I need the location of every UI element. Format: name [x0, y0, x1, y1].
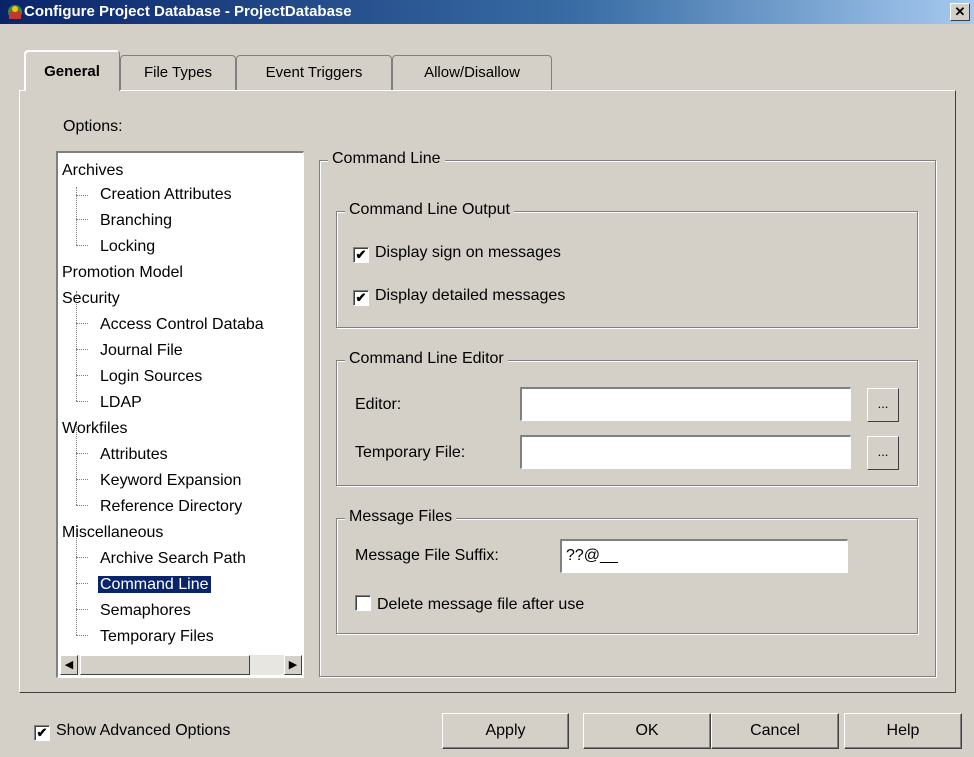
command-line-output-group: Command Line Output: [336, 201, 918, 328]
display-sign-on-checkbox[interactable]: ✔ Display sign on messages: [353, 244, 561, 263]
tree-item-label: Workfiles: [62, 420, 128, 437]
tree-connector: [76, 219, 88, 220]
tree-connector: [76, 557, 88, 558]
tree-item-label: Reference Directory: [100, 498, 243, 515]
command-line-output-title: Command Line Output: [345, 201, 514, 219]
display-sign-on-label: Display sign on messages: [375, 244, 561, 261]
message-file-suffix-input[interactable]: ??@__: [560, 539, 848, 573]
scroll-thumb[interactable]: [80, 655, 250, 675]
tab-file-types[interactable]: File Types: [120, 55, 236, 90]
tree-item-attributes[interactable]: Attributes: [100, 443, 168, 467]
tree-connector: [76, 401, 88, 402]
apply-button[interactable]: Apply: [442, 713, 569, 749]
tree-item-access-control-database[interactable]: Access Control Databa: [100, 313, 264, 337]
tree-item-miscellaneous[interactable]: Miscellaneous: [62, 521, 163, 545]
message-file-suffix-label: Message File Suffix:: [355, 547, 499, 564]
tree-item-label: Promotion Model: [62, 264, 183, 281]
temporary-file-input[interactable]: [520, 435, 851, 469]
tree-connector: [76, 609, 88, 610]
configure-dialog: Configure Project Database - ProjectData…: [0, 0, 974, 757]
tree-item-label: Login Sources: [100, 368, 203, 385]
scroll-left-icon[interactable]: ◀: [60, 655, 78, 675]
close-icon[interactable]: ✕: [950, 3, 970, 21]
tree-item-branching[interactable]: Branching: [100, 209, 172, 233]
tab-event-triggers[interactable]: Event Triggers: [236, 55, 392, 90]
tree-item-reference-directory[interactable]: Reference Directory: [100, 495, 242, 519]
tree-item-label: Temporary Files: [100, 628, 214, 645]
tree-item-temporary-files[interactable]: Temporary Files: [100, 625, 214, 649]
tree-item-ldap[interactable]: LDAP: [100, 391, 142, 415]
tree-item-label: Security: [62, 290, 120, 307]
tree-item-creation-attributes[interactable]: Creation Attributes: [100, 183, 232, 207]
tree-item-locking[interactable]: Locking: [100, 235, 155, 259]
tree-item-semaphores[interactable]: Semaphores: [100, 599, 191, 623]
tree-connector: [76, 375, 88, 376]
tab-general[interactable]: General: [24, 50, 120, 91]
tree-connector: [76, 349, 88, 350]
tree-item-label: Branching: [100, 212, 173, 229]
command-line-group-title: Command Line: [328, 150, 445, 168]
tree-item-login-sources[interactable]: Login Sources: [100, 365, 202, 389]
horizontal-scrollbar[interactable]: ◀ ▶: [60, 655, 302, 675]
tree-item-label: Access Control Databa: [100, 316, 264, 333]
tree-item-archive-search-path[interactable]: Archive Search Path: [100, 547, 246, 571]
title-bar[interactable]: Configure Project Database - ProjectData…: [0, 0, 974, 24]
editor-browse-button[interactable]: ...: [867, 388, 899, 422]
tree-item-label: LDAP: [100, 394, 142, 411]
options-label: Options:: [63, 118, 123, 135]
editor-input[interactable]: [520, 387, 851, 421]
tree-item-label: Attributes: [100, 446, 168, 463]
tree-item-keyword-expansion[interactable]: Keyword Expansion: [100, 469, 241, 493]
scroll-right-icon[interactable]: ▶: [284, 655, 302, 675]
checkbox-checked-icon[interactable]: ✔: [353, 247, 369, 263]
tab-allow-disallow[interactable]: Allow/Disallow: [392, 55, 552, 90]
delete-message-file-checkbox[interactable]: Delete message file after use: [355, 595, 584, 614]
display-detailed-label: Display detailed messages: [375, 287, 566, 304]
tree-connector: [76, 453, 88, 454]
checkbox-unchecked-icon[interactable]: [355, 595, 371, 611]
tree-connector: [76, 479, 88, 480]
tree-connector: [76, 505, 88, 506]
tree-connector: [76, 635, 88, 636]
tree-item-label: Keyword Expansion: [100, 472, 242, 489]
cancel-button[interactable]: Cancel: [711, 713, 839, 749]
tree-item-label: Command Line: [97, 575, 212, 594]
tree-item-label: Journal File: [100, 342, 183, 359]
editor-label: Editor:: [355, 396, 402, 413]
app-icon: [8, 5, 22, 19]
tree-item-promotion-model[interactable]: Promotion Model: [62, 261, 183, 285]
show-advanced-options-label: Show Advanced Options: [56, 722, 231, 739]
temporary-file-browse-button[interactable]: ...: [867, 436, 899, 470]
tree-item-archives[interactable]: Archives: [62, 159, 123, 183]
tree-item-command-line[interactable]: Command Line: [97, 573, 212, 597]
tree-item-label: Semaphores: [100, 602, 191, 619]
tree-item-label: Archive Search Path: [100, 550, 246, 567]
checkbox-checked-icon[interactable]: ✔: [34, 725, 50, 741]
tree-connector: [76, 323, 88, 324]
tree-connector: [76, 195, 88, 196]
message-files-title: Message Files: [345, 508, 457, 526]
tree-item-label: Creation Attributes: [100, 186, 232, 203]
delete-message-file-label: Delete message file after use: [377, 596, 585, 613]
show-advanced-options-checkbox[interactable]: ✔ Show Advanced Options: [34, 722, 230, 741]
tree-connector: [76, 245, 88, 246]
ok-button[interactable]: OK: [583, 713, 711, 749]
tree-item-journal-file[interactable]: Journal File: [100, 339, 183, 363]
temporary-file-label: Temporary File:: [355, 444, 466, 461]
display-detailed-checkbox[interactable]: ✔ Display detailed messages: [353, 287, 565, 306]
tree-item-workfiles[interactable]: Workfiles: [62, 417, 128, 441]
tree-connector: [76, 583, 88, 584]
window-title: Configure Project Database - ProjectData…: [24, 3, 352, 20]
tree-item-label: Archives: [62, 162, 124, 179]
options-tree[interactable]: Archives Creation Attributes Branching L…: [56, 151, 304, 678]
tree-item-label: Locking: [100, 238, 156, 255]
tree-item-label: Miscellaneous: [62, 524, 164, 541]
checkbox-checked-icon[interactable]: ✔: [353, 290, 369, 306]
command-line-editor-title: Command Line Editor: [345, 350, 508, 368]
help-button[interactable]: Help: [844, 713, 962, 749]
tree-item-security[interactable]: Security: [62, 287, 120, 311]
message-files-group: Message Files: [336, 508, 918, 634]
